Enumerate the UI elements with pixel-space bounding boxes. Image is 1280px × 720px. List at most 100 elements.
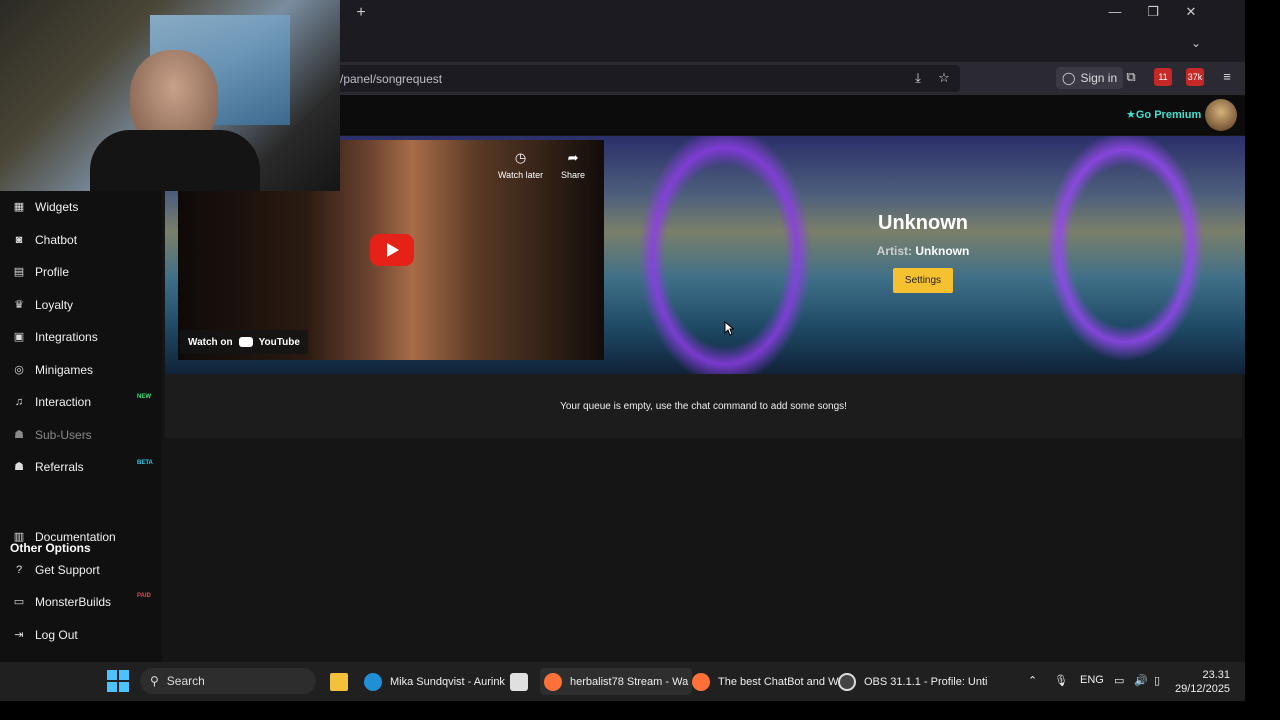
sidebar-item-interaction[interactable]: ♫ Interaction <box>12 395 91 409</box>
sidebar: ▦ Widgets ◙ Chatbot ▤ Profile ♛ Loyalty … <box>0 135 162 662</box>
artist-value: Unknown <box>915 244 970 258</box>
taskbar-search[interactable]: ⚲ Search <box>140 668 316 694</box>
window-controls: — ❐ ✕ <box>1106 2 1200 22</box>
firefox-icon <box>692 672 710 691</box>
new-badge: NEW <box>137 394 151 400</box>
webcam-overlay <box>0 0 340 191</box>
song-artist: Artist: Unknown <box>823 244 1023 258</box>
sidebar-item-label: Get Support <box>35 563 100 577</box>
beta-badge: BETA <box>137 460 153 466</box>
chevron-up-icon[interactable]: ⌃ <box>1028 674 1037 687</box>
battery-icon[interactable]: ▯ <box>1154 674 1160 687</box>
taskbar-app-edge[interactable]: Mika Sundqvist - Aurink <box>360 668 509 695</box>
song-title: Unknown <box>878 212 968 234</box>
sidebar-item-label: Loyalty <box>35 298 74 312</box>
download-page-icon[interactable]: ⤓ <box>910 70 926 86</box>
menu-icon[interactable]: ≡ <box>1218 68 1236 86</box>
gamepad-icon: ◎ <box>14 364 24 376</box>
paid-badge: PAID <box>137 593 151 599</box>
sidebar-item-monsterbuilds[interactable]: ▭ MonsterBuilds <box>12 595 111 609</box>
robot-icon: ◙ <box>15 234 23 246</box>
avatar[interactable] <box>1205 99 1237 131</box>
play-button[interactable] <box>370 234 414 266</box>
extension-counter-icon[interactable]: 37k <box>1186 68 1204 86</box>
url-text[interactable]: /panel/songrequest <box>340 72 442 86</box>
account-icon: ◯ <box>1062 71 1076 85</box>
sidebar-item-integrations[interactable]: ▣ Integrations <box>12 330 98 344</box>
watch-on-youtube-button[interactable]: Watch on YouTube <box>180 330 308 354</box>
taskbar-app-firefox-chatbot[interactable]: The best ChatBot and W <box>688 668 842 695</box>
sidebar-item-label: Log Out <box>35 628 78 642</box>
windows-start-icon[interactable] <box>107 670 129 692</box>
watch-later-button[interactable]: ◷ Watch later <box>498 150 543 180</box>
sidebar-item-log-out[interactable]: ⇥ Log Out <box>12 628 78 642</box>
book-icon: ▥ <box>13 531 25 543</box>
extensions-icon[interactable]: ⧉ <box>1122 68 1140 86</box>
sidebar-item-label: Documentation <box>35 530 116 544</box>
sidebar-item-loyalty[interactable]: ♛ Loyalty <box>12 298 73 312</box>
taskbar-app-label: herbalist78 Stream - Wa <box>570 675 689 688</box>
sidebar-item-minigames[interactable]: ◎ Minigames <box>12 363 93 377</box>
go-premium-button[interactable]: ★Go Premium <box>1126 108 1201 121</box>
screen-border <box>1245 0 1280 720</box>
extension-badge-icon[interactable]: 11 <box>1154 68 1172 86</box>
watch-later-label: Watch later <box>498 170 544 180</box>
taskbar: ⚲ Search Mika Sundqvist - Aurink herbali… <box>0 662 1245 701</box>
question-icon: ? <box>15 564 23 576</box>
volume-icon[interactable]: 🔊 <box>1134 674 1148 687</box>
sidebar-item-label: MonsterBuilds <box>35 595 112 609</box>
minimize-icon[interactable]: — <box>1106 2 1124 22</box>
taskbar-app-firefox-stream[interactable]: herbalist78 Stream - Wa <box>540 668 693 695</box>
music-icon: ♫ <box>14 396 24 408</box>
chevron-down-icon[interactable]: ⌄ <box>1191 36 1201 50</box>
taskbar-app-label: The best ChatBot and W <box>718 675 839 688</box>
sidebar-item-referrals[interactable]: ☗ Referrals <box>12 460 84 474</box>
share-button[interactable]: ➦ Share <box>561 150 585 180</box>
artist-label: Artist: <box>876 244 912 258</box>
sidebar-item-label: Minigames <box>35 363 94 377</box>
sidebar-item-label: Integrations <box>35 330 98 344</box>
sidebar-item-label: Interaction <box>35 395 92 409</box>
widgets-icon: ▦ <box>13 201 25 213</box>
sidebar-item-get-support[interactable]: ? Get Support <box>12 563 100 577</box>
taskbar-app-obs[interactable]: OBS 31.1.1 - Profile: Unti <box>834 668 992 695</box>
sidebar-item-chatbot[interactable]: ◙ Chatbot <box>12 233 77 247</box>
taskbar-app-label: Mika Sundqvist - Aurink <box>390 675 505 688</box>
microphone-icon[interactable]: 🎙 <box>1054 674 1068 687</box>
sidebar-item-label: Sub-Users <box>35 428 92 442</box>
plus-icon[interactable]: + <box>352 4 370 22</box>
trophy-icon: ♛ <box>14 299 24 311</box>
file-explorer-icon[interactable] <box>326 668 352 695</box>
go-premium-label: Go Premium <box>1135 109 1202 121</box>
sidebar-item-label: Profile <box>35 265 70 279</box>
sidebar-item-sub-users[interactable]: ☗ Sub-Users <box>12 428 92 442</box>
share-label: Share <box>561 170 586 180</box>
close-icon[interactable]: ✕ <box>1182 2 1200 22</box>
sidebar-item-documentation[interactable]: ▥ Documentation <box>12 530 116 544</box>
store-icon[interactable] <box>506 668 532 695</box>
laptop-icon: ▭ <box>13 596 25 608</box>
restore-icon[interactable]: ❐ <box>1144 2 1162 22</box>
sidebar-item-label: Widgets <box>35 200 79 214</box>
sidebar-item-widgets[interactable]: ▦ Widgets <box>12 200 79 214</box>
network-icon[interactable]: ▭ <box>1114 674 1124 687</box>
search-label: Search <box>166 674 205 688</box>
clock-time: 23.31 <box>1202 669 1230 681</box>
clock-date: 29/12/2025 <box>1175 683 1231 695</box>
settings-button[interactable]: Settings <box>893 268 953 293</box>
sign-in-button[interactable]: ◯ Sign in <box>1056 67 1124 89</box>
address-bar[interactable]: /panel/songrequest ⤓ ☆ <box>330 65 960 92</box>
search-icon: ⚲ <box>150 674 159 688</box>
id-card-icon: ▤ <box>13 266 25 278</box>
taskbar-app-label: OBS 31.1.1 - Profile: Unti <box>864 675 988 688</box>
youtube-logo-icon <box>238 337 253 347</box>
language-indicator[interactable]: ENG <box>1080 674 1104 686</box>
sidebar-item-profile[interactable]: ▤ Profile <box>12 265 69 279</box>
star-icon[interactable]: ☆ <box>936 70 952 86</box>
queue-empty-message: Your queue is empty, use the chat comman… <box>560 401 847 412</box>
sidebar-item-label: Referrals <box>35 460 84 474</box>
song-queue: Your queue is empty, use the chat comman… <box>165 374 1242 438</box>
watch-on-label: Watch on <box>188 336 233 348</box>
taskbar-clock[interactable]: 23.31 29/12/2025 <box>1175 668 1230 696</box>
share-icon: ➦ <box>567 150 579 165</box>
